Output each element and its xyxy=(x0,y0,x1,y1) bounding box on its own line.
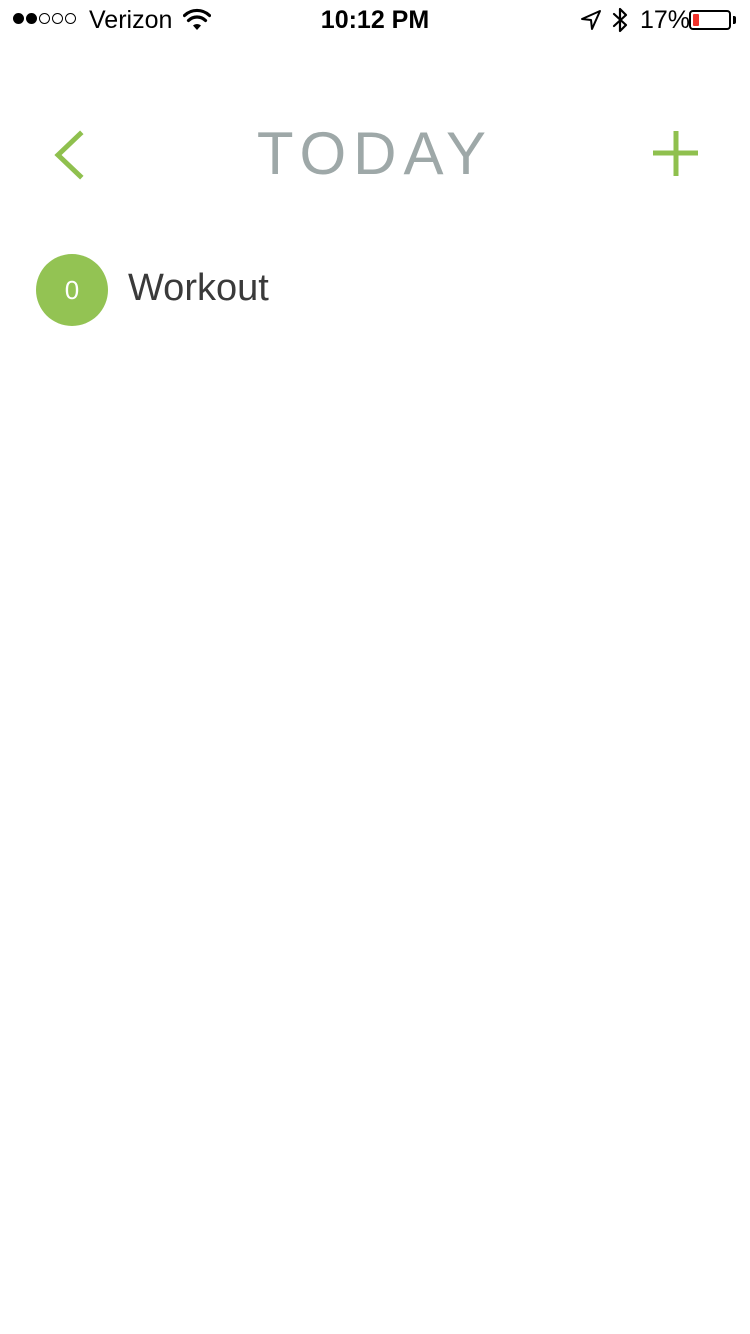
location-arrow-icon xyxy=(581,10,601,30)
status-bar: Verizon 10:12 PM 17% xyxy=(0,0,750,40)
count-badge: 0 xyxy=(36,254,108,326)
item-list: 0 Workout xyxy=(0,248,750,332)
plus-icon xyxy=(653,131,698,176)
status-time: 10:12 PM xyxy=(320,6,430,34)
page-title: TODAY xyxy=(256,120,494,187)
bluetooth-icon xyxy=(612,7,628,33)
add-button[interactable] xyxy=(645,122,707,184)
battery-tip xyxy=(733,16,736,24)
item-label: Workout xyxy=(128,267,269,309)
list-item[interactable]: 0 Workout xyxy=(0,248,750,332)
battery-level-fill xyxy=(693,14,699,26)
battery-percent: 17% xyxy=(640,6,691,34)
battery-icon xyxy=(689,10,731,30)
